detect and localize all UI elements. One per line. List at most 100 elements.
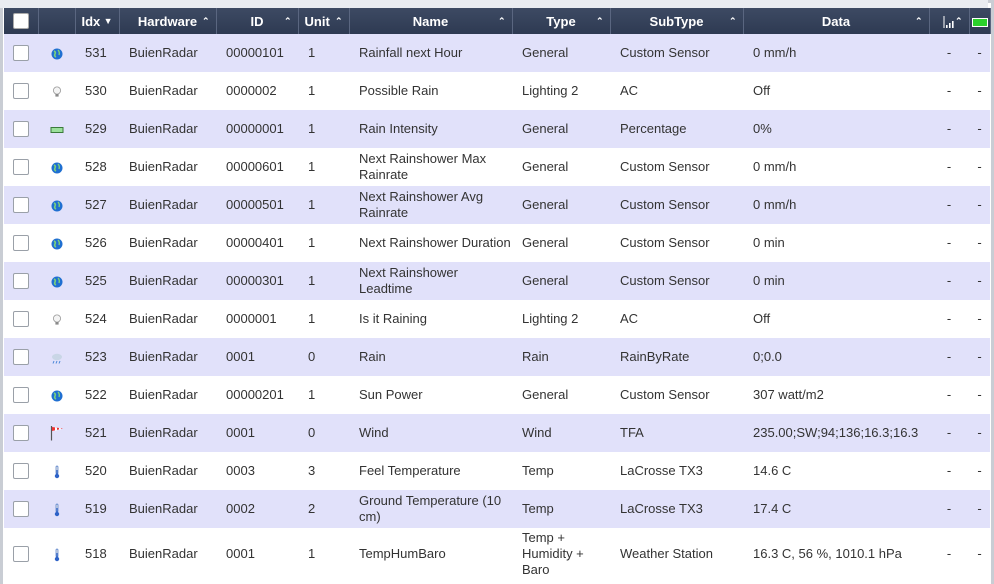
row-checkbox[interactable] [13,546,29,563]
cell-subtype: Custom Sensor [610,186,743,224]
row-checkbox[interactable] [13,387,29,404]
cell-idx: 531 [75,34,119,72]
row-checkbox[interactable] [13,83,29,100]
cell-signal: - [929,300,969,338]
table-row[interactable]: 525 BuienRadar 00000301 1 Next Rainshower Le… [4,262,990,300]
device-icon-cell [38,338,75,376]
cell-signal: - [929,528,969,580]
row-checkbox[interactable] [13,425,29,442]
cell-hardware: BuienRadar [119,224,216,262]
device-icon-cell [38,148,75,186]
device-icon-cell [38,262,75,300]
cell-id: 0001 [216,528,298,580]
cell-type: General [512,148,610,186]
table-row[interactable]: 530 BuienRadar 0000002 1 Possible Rain Lighti… [4,72,990,110]
row-checkbox[interactable] [13,349,29,366]
header-id[interactable]: ID ⌃ [216,8,299,34]
row-select[interactable] [4,452,38,490]
cell-idx: 525 [75,262,119,300]
row-checkbox[interactable] [13,45,29,62]
row-checkbox[interactable] [13,235,29,252]
cell-idx: 530 [75,72,119,110]
header-hardware[interactable]: Hardware ⌃ [119,8,217,34]
table-row[interactable]: 519 BuienRadar 0002 2 Ground Temperature (10… [4,490,990,528]
row-checkbox[interactable] [13,197,29,214]
row-select[interactable] [4,262,38,300]
cell-subtype: RainByRate [610,338,743,376]
cell-type: General [512,34,610,72]
cell-battery: - [969,110,990,148]
cell-signal: - [929,72,969,110]
row-checkbox[interactable] [13,501,29,518]
row-select[interactable] [4,300,38,338]
row-select[interactable] [4,414,38,452]
header-type[interactable]: Type ⌃ [512,8,611,34]
header-data[interactable]: Data ⌃ [743,8,930,34]
row-checkbox[interactable] [13,463,29,480]
table-row[interactable]: 521 BuienRadar 0001 0 Wind Wind TFA 235.00;SW;9… [4,414,990,452]
table-row[interactable]: 528 BuienRadar 00000601 1 Next Rainshower Ma… [4,148,990,186]
row-select[interactable] [4,110,38,148]
table-row[interactable]: 527 BuienRadar 00000501 1 Next Rainshower Av… [4,186,990,224]
sort-icon: ⌃ [283,16,292,26]
row-select[interactable] [4,186,38,224]
row-select[interactable] [4,528,38,580]
cell-idx: 521 [75,414,119,452]
table-row[interactable]: 520 BuienRadar 0003 3 Feel Temperature Temp La… [4,452,990,490]
table-row[interactable]: 518 BuienRadar 0001 1 TempHumBaro Temp + Humi… [4,528,990,580]
row-select[interactable] [4,72,38,110]
row-select[interactable] [4,224,38,262]
cell-type: General [512,224,610,262]
lightbulb-icon [51,83,63,98]
thermometer-icon [51,463,63,478]
cell-signal: - [929,376,969,414]
percentage-icon [50,121,64,136]
header-battery[interactable] [969,8,991,34]
header-subtype[interactable]: SubType ⌃ [610,8,744,34]
header-idx[interactable]: Idx ▼ [75,8,120,34]
row-checkbox[interactable] [13,273,29,290]
cell-idx: 520 [75,452,119,490]
cell-hardware: BuienRadar [119,262,216,300]
row-select[interactable] [4,490,38,528]
table-row[interactable]: 529 BuienRadar 00000001 1 Rain Intensity Gene… [4,110,990,148]
row-select[interactable] [4,148,38,186]
device-icon-cell [38,186,75,224]
cell-data: 0 min [743,262,929,300]
sort-icon: ⌃ [201,16,210,26]
row-checkbox[interactable] [13,159,29,176]
cell-hardware: BuienRadar [119,414,216,452]
header-unit[interactable]: Unit ⌃ [298,8,350,34]
table-row[interactable]: 531 BuienRadar 00000101 1 Rainfall next Hour… [4,34,990,72]
row-checkbox[interactable] [13,121,29,138]
cell-type: General [512,110,610,148]
cell-battery: - [969,528,990,580]
header-name[interactable]: Name ⌃ [349,8,513,34]
globe-icon [51,387,63,402]
cell-unit: 1 [298,110,349,148]
cell-hardware: BuienRadar [119,300,216,338]
cell-battery: - [969,148,990,186]
device-icon-cell [38,110,75,148]
cell-signal: - [929,414,969,452]
cell-data: 14.6 C [743,452,929,490]
select-all-header[interactable] [4,8,39,34]
cell-name: Next Rainshower Avg Rainrate [349,186,512,224]
table-row[interactable]: 522 BuienRadar 00000201 1 Sun Power General Cu… [4,376,990,414]
table-row[interactable]: 523 BuienRadar 0001 0 Rain Rain RainByRate 0;0.… [4,338,990,376]
row-select[interactable] [4,376,38,414]
table-row[interactable]: 524 BuienRadar 0000001 1 Is it Raining Lighti… [4,300,990,338]
cell-hardware: BuienRadar [119,338,216,376]
device-icon-cell [38,528,75,580]
table-row[interactable]: 526 BuienRadar 00000401 1 Next Rainshower Du… [4,224,990,262]
cell-battery: - [969,338,990,376]
row-select[interactable] [4,338,38,376]
header-signal[interactable]: ⌃ [929,8,970,34]
cell-id: 00000001 [216,110,298,148]
select-all-checkbox[interactable] [12,13,29,30]
cell-data: 16.3 C, 56 %, 1010.1 hPa [743,528,929,580]
cell-signal: - [929,224,969,262]
row-checkbox[interactable] [13,311,29,328]
cell-unit: 2 [298,490,349,528]
row-select[interactable] [4,34,38,72]
